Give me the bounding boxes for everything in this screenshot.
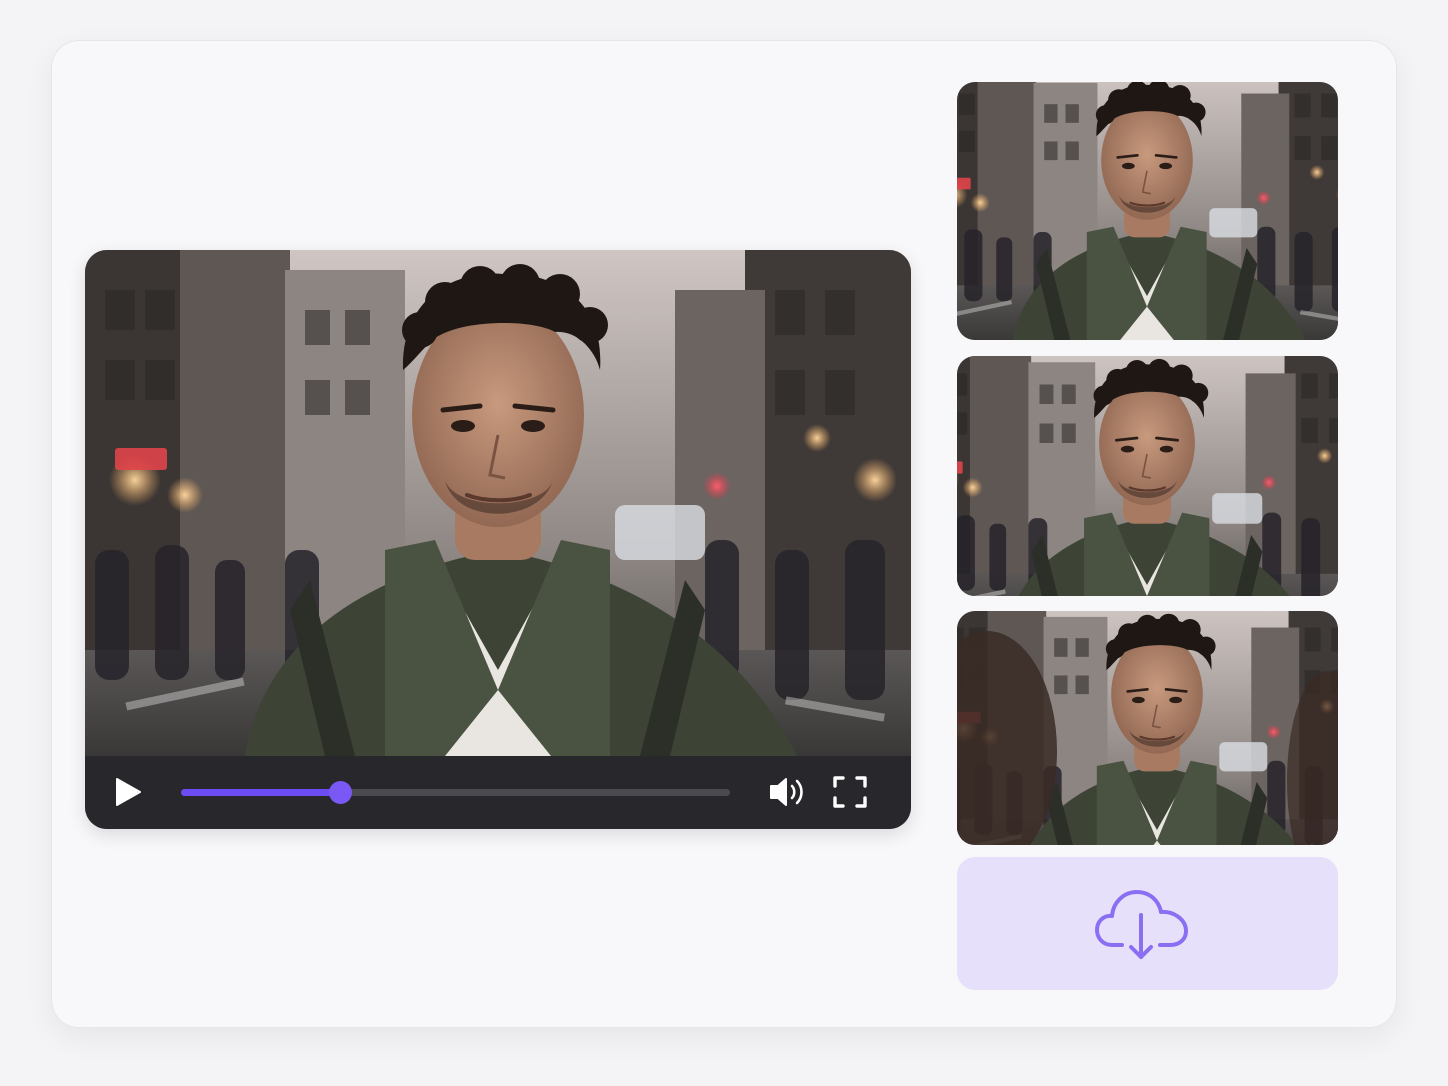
fullscreen-icon [833, 776, 867, 808]
volume-icon [770, 778, 803, 806]
fullscreen-button[interactable] [830, 773, 870, 811]
thumbnail-2[interactable] [957, 356, 1338, 596]
play-button[interactable] [109, 774, 149, 810]
player-controls [85, 756, 911, 829]
cloud-download-icon [1095, 890, 1188, 959]
video-player[interactable] [85, 250, 911, 829]
progress-handle[interactable] [329, 781, 353, 804]
volume-button[interactable] [767, 773, 809, 811]
thumbnail-3[interactable] [957, 611, 1338, 845]
progress-fill [181, 789, 341, 796]
play-icon [116, 778, 141, 806]
thumbnail-image [957, 82, 1338, 340]
download-button[interactable] [957, 857, 1338, 990]
video-frame[interactable] [85, 250, 911, 756]
thumbnail-image [957, 356, 1338, 596]
progress-bar[interactable] [181, 781, 730, 804]
thumbnail-1[interactable] [957, 82, 1338, 340]
thumbnail-image [957, 611, 1338, 845]
